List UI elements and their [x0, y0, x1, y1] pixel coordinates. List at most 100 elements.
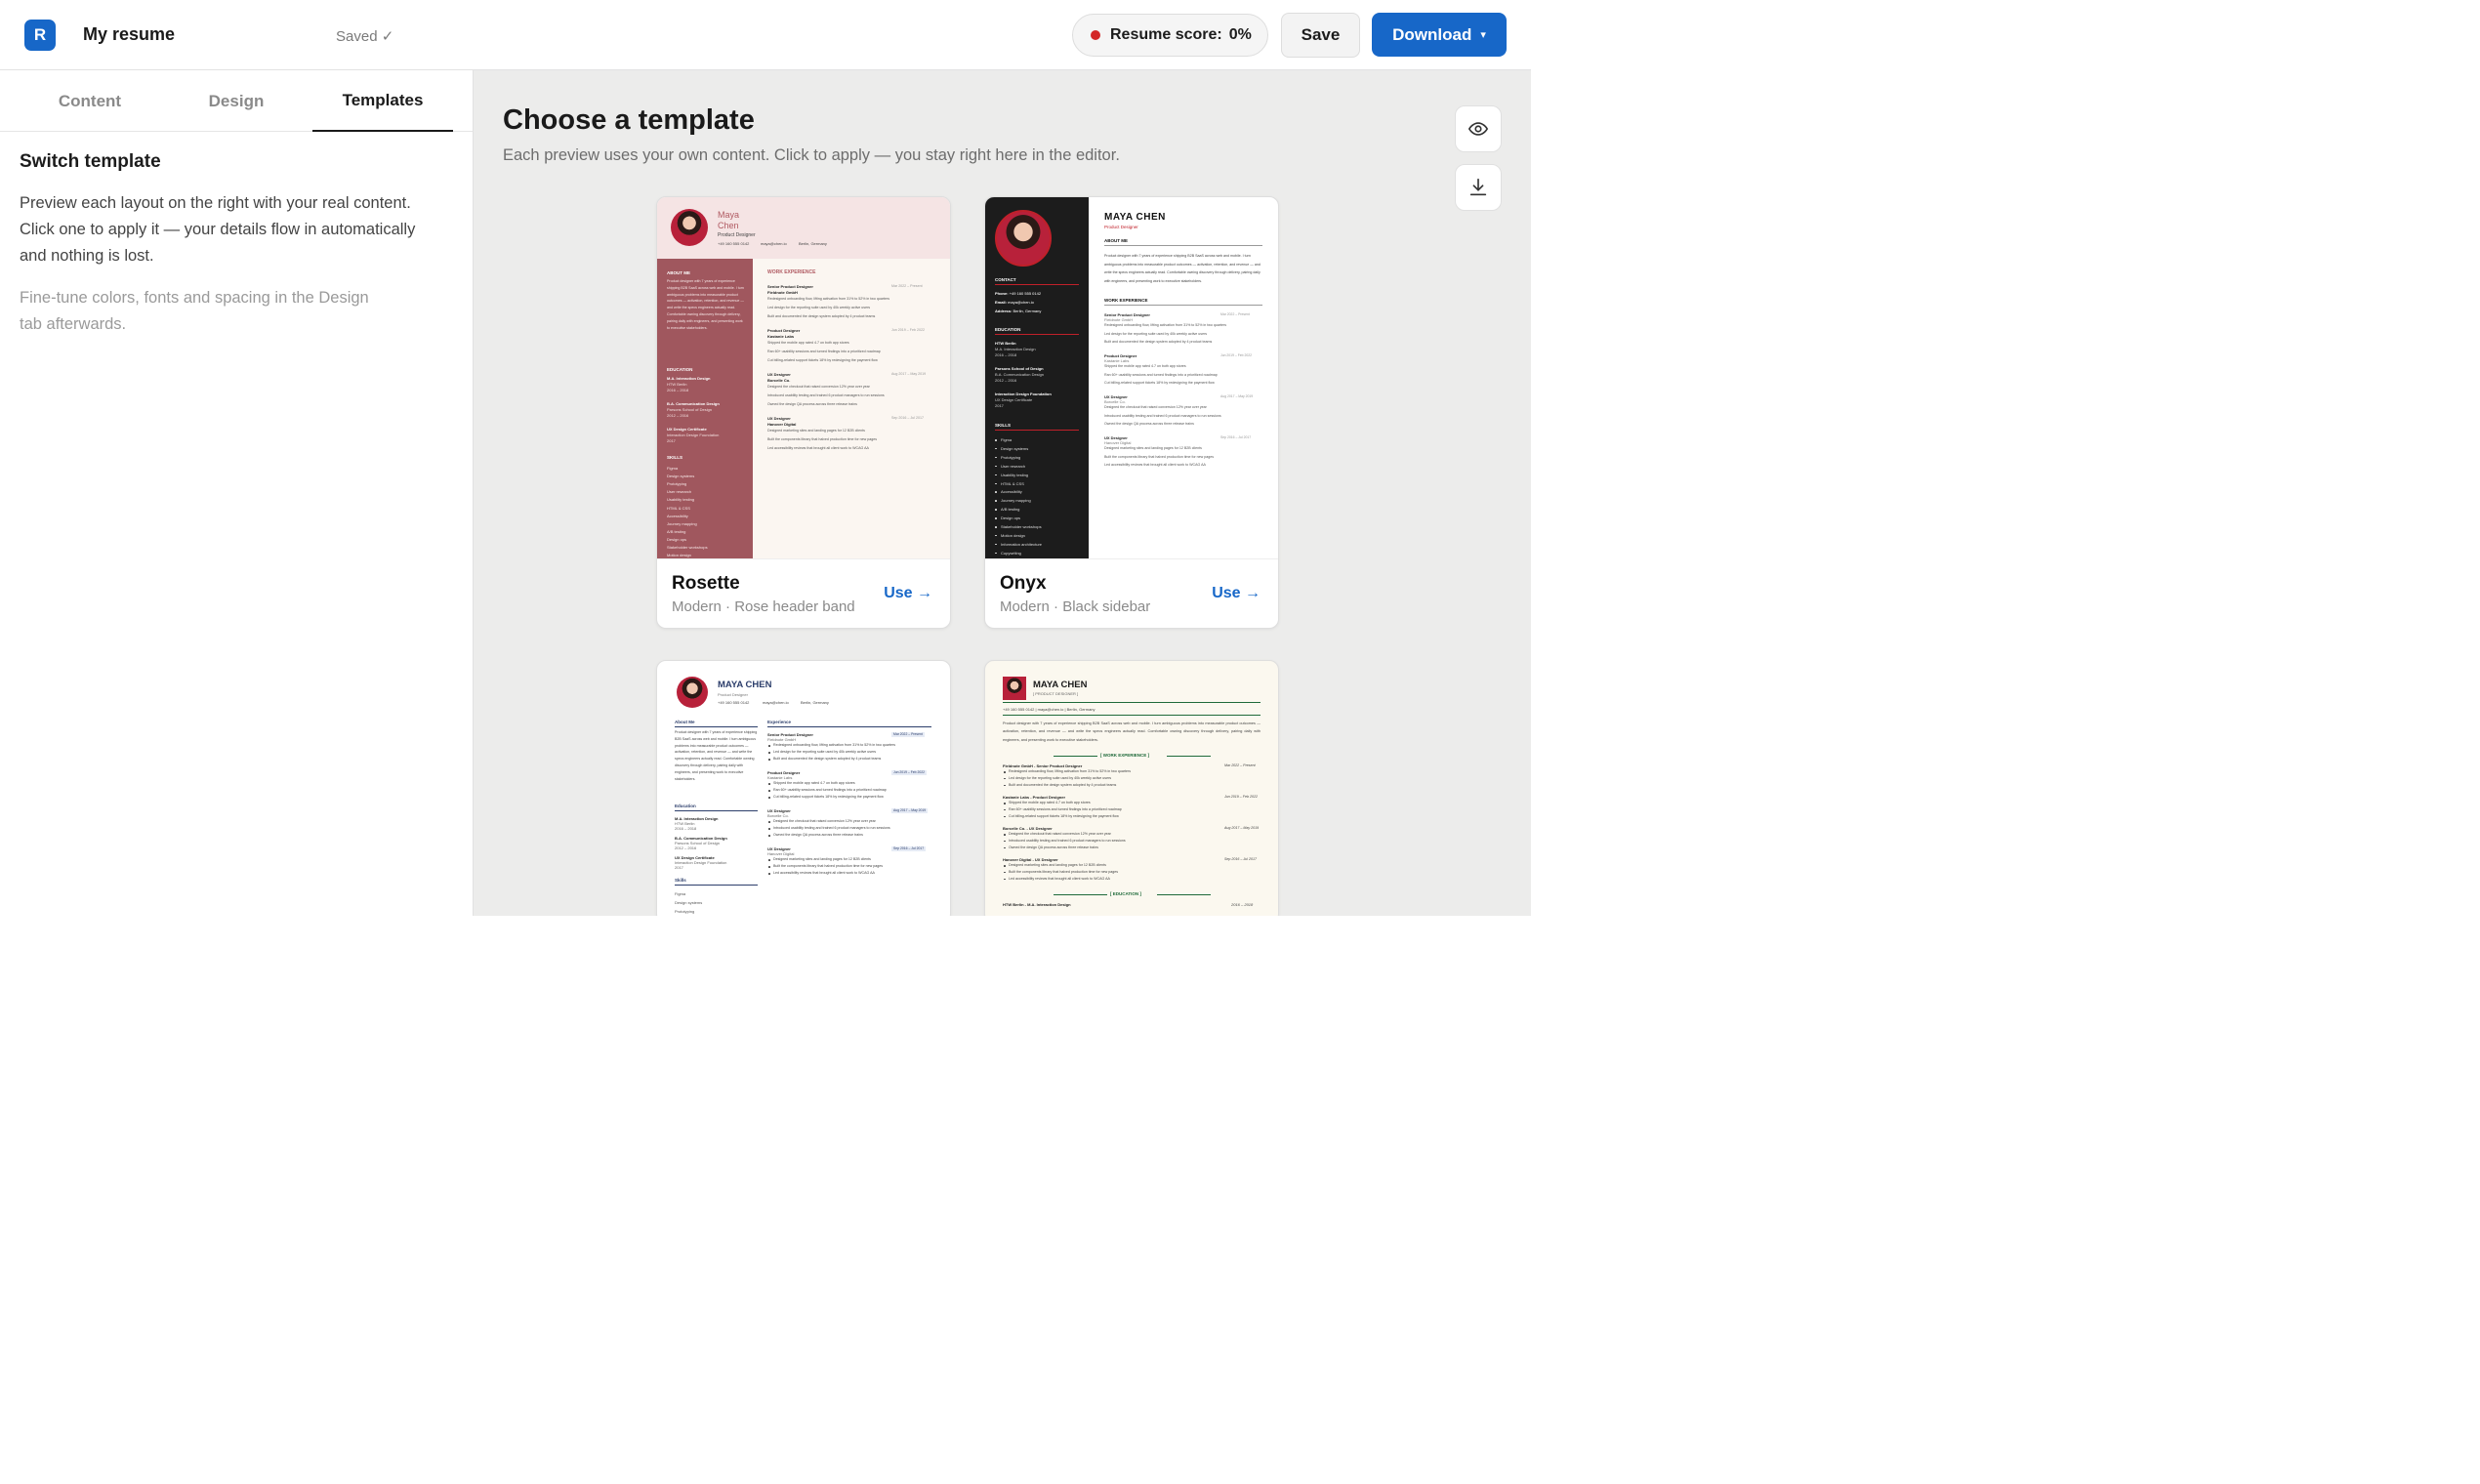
resume-phone: +49 160 555 0142 — [718, 241, 750, 246]
template-preview-rosette[interactable]: Maya Chen Product Designer +49 160 555 0… — [657, 197, 950, 558]
job-header: Borcelle Co. - UX Designer — [1003, 826, 1053, 831]
template-card-classic[interactable]: MAYA CHEN [ PRODUCT DESIGNER ] +49 160 5… — [984, 660, 1279, 916]
job-bullet: Cut billing-related support tickets 18% … — [767, 358, 878, 362]
tab-design[interactable]: Design — [166, 70, 307, 132]
education-years: 2012 – 2016 — [667, 413, 689, 418]
left-panel: Content Design Templates Switch template… — [0, 70, 474, 916]
resume-location: Berlin, Germany — [799, 241, 827, 246]
education-dates: 2016 – 2018 — [1231, 902, 1254, 907]
resume-role: [ PRODUCT DESIGNER ] — [1033, 691, 1079, 696]
job-dates: Aug 2017 – May 2019 — [1220, 394, 1254, 398]
eye-icon — [1467, 122, 1489, 136]
panel-heading: Switch template — [20, 151, 161, 172]
job-dates: Mar 2022 – Present — [1220, 312, 1250, 316]
template-preview-classic[interactable]: MAYA CHEN [ PRODUCT DESIGNER ] +49 160 5… — [985, 661, 1278, 916]
about-text: Product designer with 7 years of experie… — [667, 279, 744, 330]
education-heading: EDUCATION — [995, 327, 1021, 332]
bullet-dot — [1004, 803, 1006, 804]
job-bullet: Owned the design QA process across three… — [1104, 422, 1194, 427]
skills-heading: Skills — [675, 878, 686, 883]
divider — [995, 334, 1079, 335]
use-template-button[interactable]: Use → — [1212, 585, 1261, 602]
tab-content[interactable]: Content — [20, 70, 160, 132]
education-years: 2012 – 2016 — [995, 378, 1017, 383]
template-name: Onyx — [1000, 573, 1047, 594]
template-card-onyx[interactable]: CONTACT Phone: +49 160 555 0142 Email: m… — [984, 196, 1279, 629]
resume-title[interactable]: My resume — [83, 24, 175, 45]
skill-item: Design ops — [667, 536, 687, 542]
download-button[interactable]: Download ▾ — [1372, 13, 1507, 57]
resume-location: Berlin, Germany — [801, 700, 829, 705]
job-bullet: Owned the design QA process across three… — [773, 833, 863, 837]
education-school: Parsons School of Design — [667, 407, 713, 412]
job-company: Fieldnote GmbH — [1104, 317, 1134, 322]
job-title: UX Designer — [767, 372, 791, 377]
template-preview-onyx[interactable]: CONTACT Phone: +49 160 555 0142 Email: m… — [985, 197, 1278, 558]
contact-heading: CONTACT — [995, 277, 1016, 282]
bullet-dot — [1004, 846, 1006, 849]
job-company: Hanover Digital — [767, 422, 797, 427]
resume-score-button[interactable]: Resume score: 0% — [1072, 14, 1268, 57]
score-status-dot — [1091, 30, 1100, 40]
about-heading: ABOUT ME — [1104, 238, 1128, 243]
education-years: 2017 — [667, 438, 676, 443]
bullet-dot — [1004, 815, 1006, 818]
template-card-rosette[interactable]: Maya Chen Product Designer +49 160 555 0… — [656, 196, 951, 629]
job-bullet: Redesigned onboarding flow, lifting acti… — [773, 743, 896, 747]
job-bullet: Led accessibility reviews that brought a… — [773, 871, 875, 875]
skill-item: Figma — [667, 466, 679, 471]
bullet-dot — [768, 783, 770, 785]
job-dates: Sep 2016 – Jul 2017 — [1224, 857, 1257, 861]
preview-button[interactable] — [1455, 105, 1502, 152]
job-company: Borcelle Co. — [767, 378, 791, 383]
job-bullet: Cut billing-related support tickets 18% … — [773, 795, 884, 799]
bullet-dot — [995, 500, 997, 502]
divider — [1104, 305, 1262, 306]
experience-heading: Experience — [767, 720, 792, 724]
about-heading: ABOUT ME — [667, 270, 690, 275]
bullet-dot — [1004, 784, 1006, 787]
email-row: Email: maya@chen.io — [995, 300, 1034, 305]
job-bullet: Introduced usability testing and trained… — [767, 393, 885, 397]
education-school: HTW Berlin — [667, 382, 687, 387]
skill-item: HTML & CSS — [667, 505, 690, 511]
skill-item: Journey mapping — [1001, 498, 1031, 504]
skill-item: User research — [667, 489, 692, 495]
template-name: Rosette — [672, 573, 740, 594]
job-bullet: Led design for the reporting suite used … — [773, 750, 877, 754]
panel-note: Fine-tune colors, fonts and spacing in t… — [20, 289, 369, 333]
template-preview-navy[interactable]: MAYA CHEN Product Designer +49 160 555 0… — [657, 661, 950, 916]
use-template-button[interactable]: Use → — [884, 585, 932, 602]
bullet-dot — [995, 465, 997, 468]
education-entry: HTW Berlin - M.A. Interaction Design — [1003, 902, 1071, 907]
template-card-navy[interactable]: MAYA CHEN Product Designer +49 160 555 0… — [656, 660, 951, 916]
job-bullet: Built the components library that halved… — [1009, 869, 1119, 874]
divider — [1157, 894, 1211, 895]
job-bullet: Designed marketing sites and landing pag… — [1104, 446, 1202, 450]
divider — [675, 810, 758, 811]
app-logo[interactable]: R — [24, 20, 56, 51]
skill-item: User research — [1001, 463, 1026, 469]
job-dates: Sep 2016 – Jul 2017 — [1220, 435, 1252, 439]
education-degree: M.A. Interaction Design — [667, 376, 711, 381]
about-text: Product designer with 7 years of experie… — [1003, 721, 1261, 742]
tab-templates[interactable]: Templates — [312, 70, 453, 132]
job-bullet: Built and documented the design system a… — [1104, 340, 1213, 345]
address-row: Address: Berlin, Germany — [995, 309, 1042, 313]
job-bullet: Cut billing-related support tickets 18% … — [1009, 813, 1119, 818]
job-header: Kastanie Labs - Product Designer — [1003, 795, 1066, 800]
download-pdf-button[interactable] — [1455, 164, 1502, 211]
job-bullet: Ran 60+ usability sessions and turned fi… — [1104, 372, 1218, 377]
job-company: Kastanie Labs — [1104, 358, 1130, 363]
job-title: Product Designer — [767, 328, 801, 333]
job-bullet: Built the components library that halved… — [767, 437, 878, 441]
job-company: Fieldnote GmbH — [767, 290, 798, 295]
save-button[interactable]: Save — [1281, 13, 1360, 58]
resume-email: maya@chen.io — [763, 700, 789, 705]
bullet-dot — [1004, 840, 1006, 843]
divider — [675, 885, 758, 886]
chevron-down-icon: ▾ — [1480, 29, 1486, 41]
bullet-dot — [768, 873, 770, 875]
education-school: HTW Berlin — [995, 341, 1016, 346]
job-bullet: Designed the checkout that raised conver… — [773, 819, 876, 823]
